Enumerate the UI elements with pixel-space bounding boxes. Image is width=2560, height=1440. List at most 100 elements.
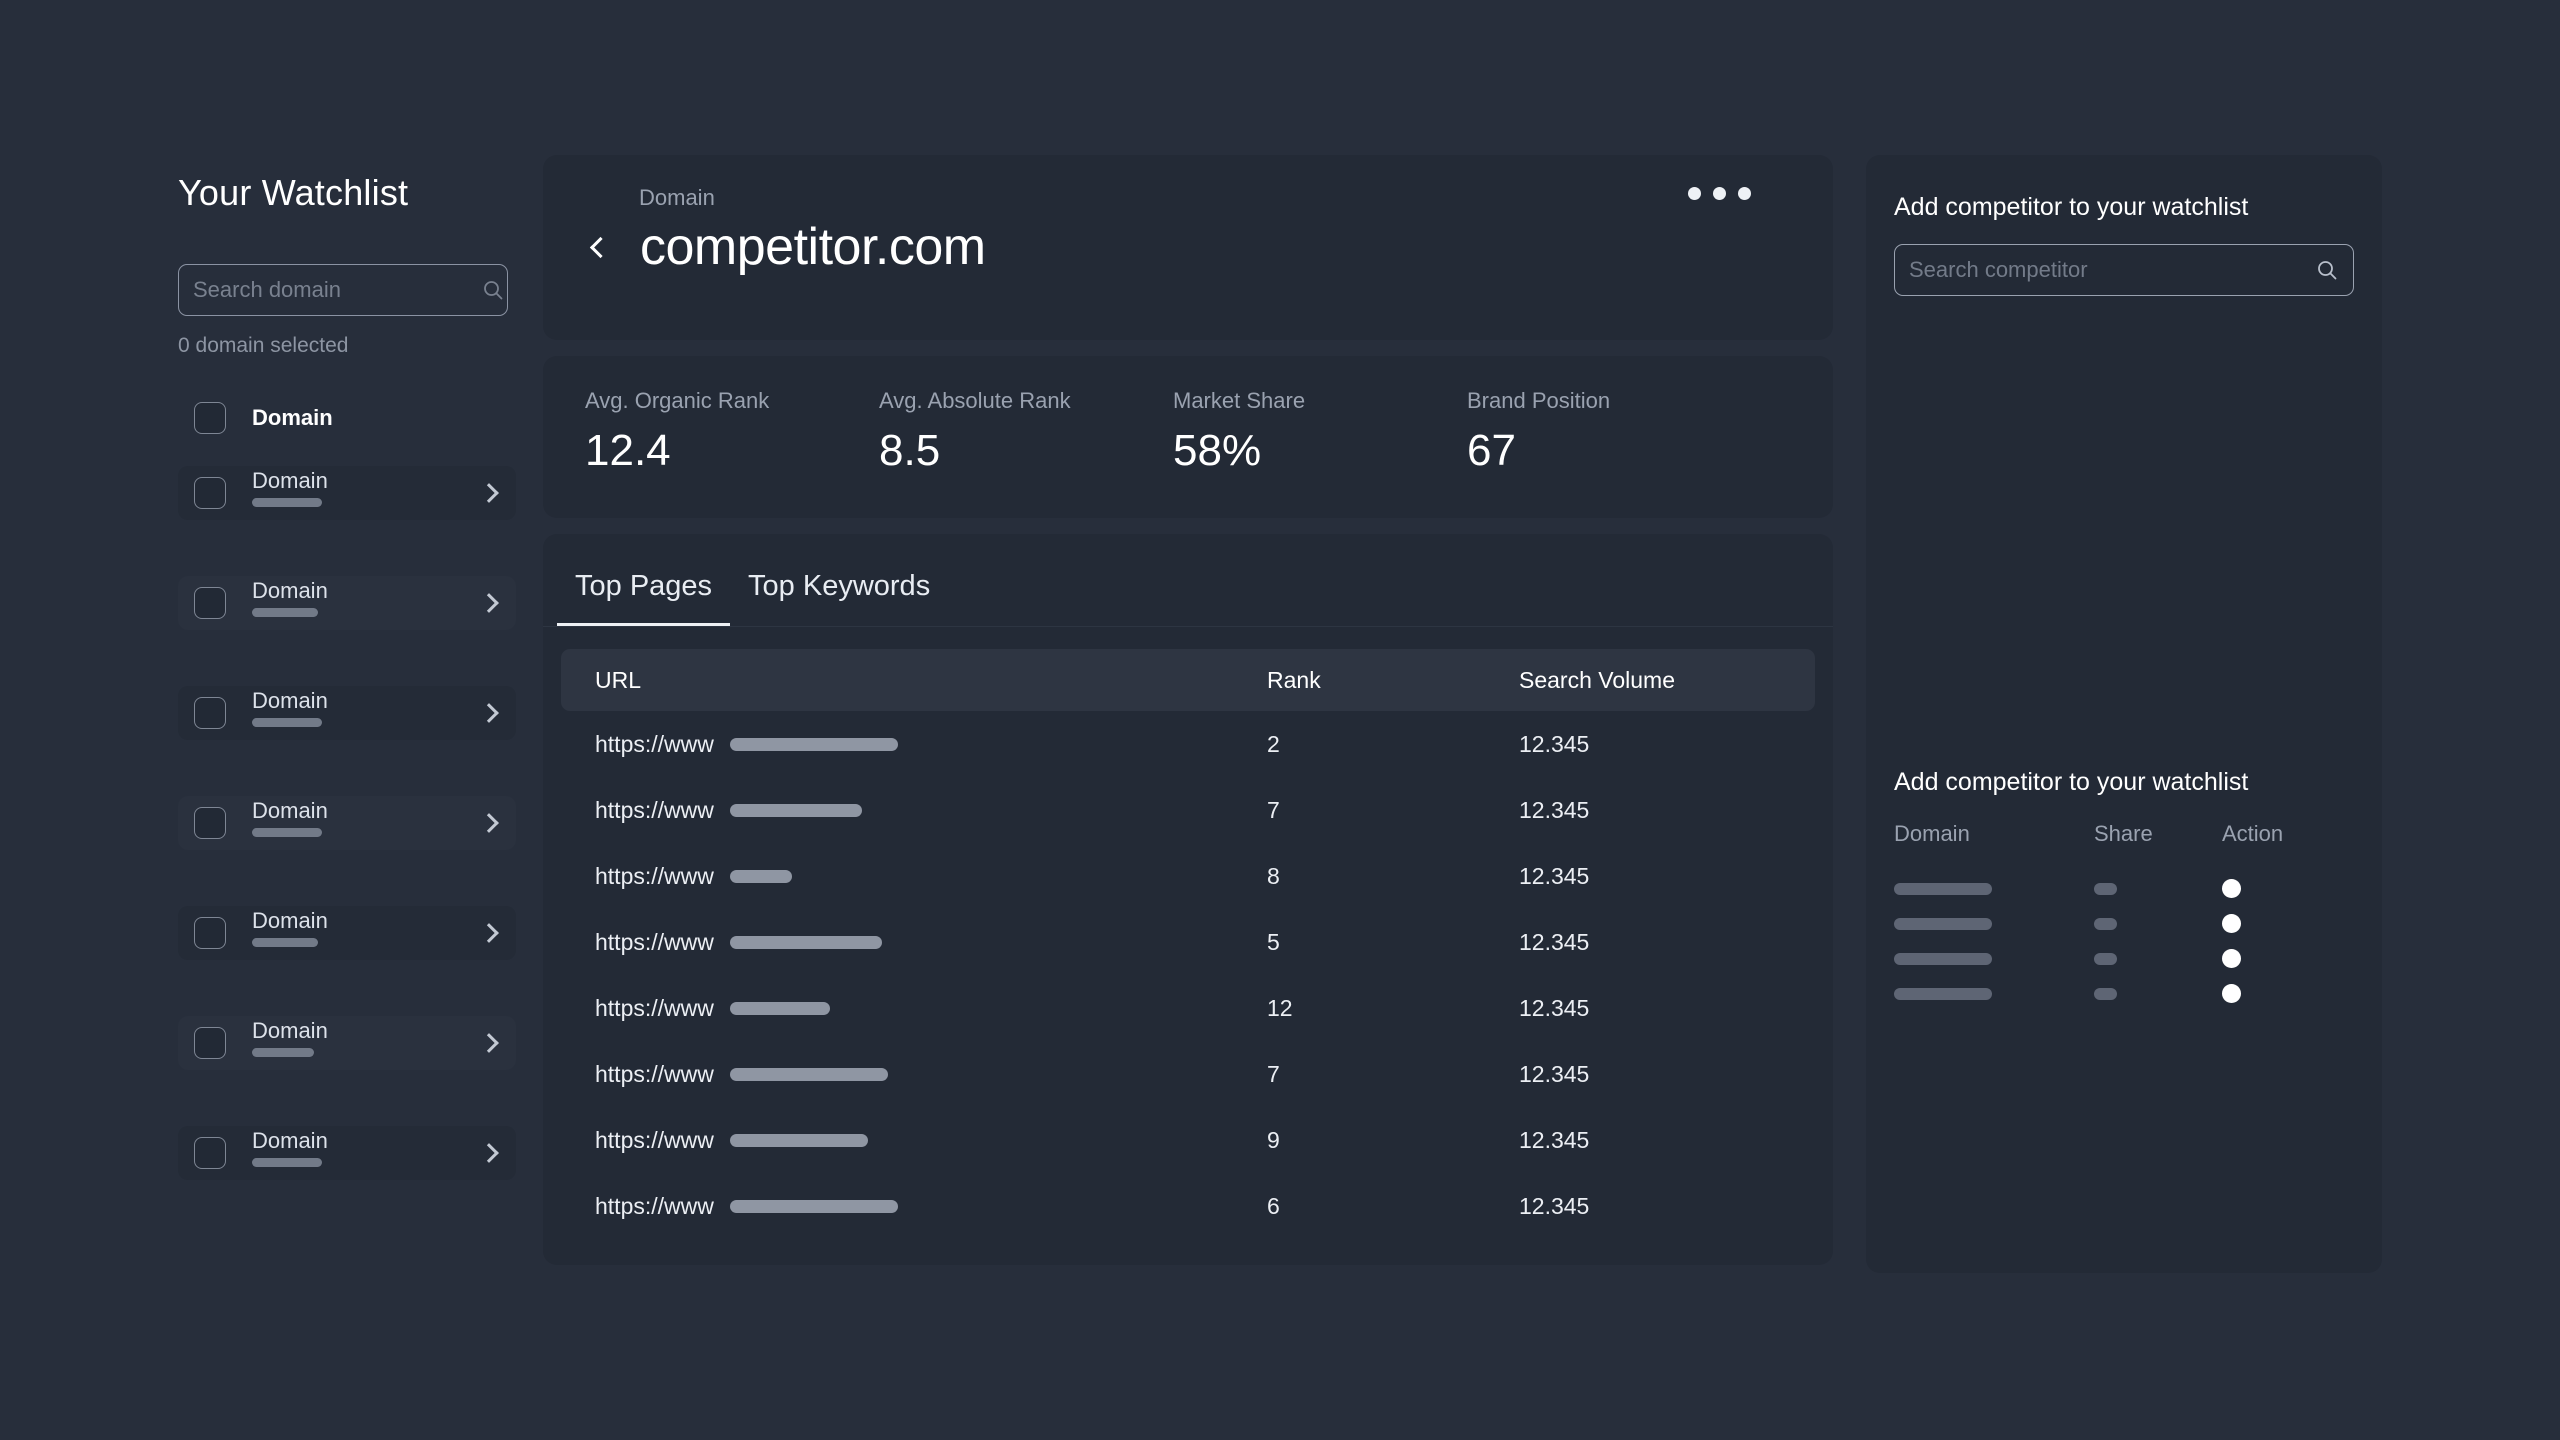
list-item-placeholder-bar <box>252 718 322 727</box>
search-domain-input[interactable] <box>193 277 481 303</box>
chevron-right-icon[interactable] <box>479 1143 499 1163</box>
table-body: https://www 2 12.345 https://www 7 12.345 http… <box>561 711 1815 1239</box>
stat-label: Market Share <box>1173 388 1306 413</box>
domain-checkbox[interactable] <box>194 807 226 839</box>
competitor-action-cell <box>2222 949 2354 968</box>
competitor-rows <box>1894 871 2354 1011</box>
action-dot-icon[interactable] <box>2222 914 2241 933</box>
list-item[interactable]: Domain <box>178 576 516 630</box>
tabs-card: Top Pages Top Keywords URL Rank Search Vo… <box>543 534 1833 1265</box>
column-header-search-volume: Search Volume <box>1519 666 1675 693</box>
url-prefix: https://www <box>595 862 714 889</box>
action-dot-icon[interactable] <box>2222 879 2241 898</box>
domain-placeholder-bar <box>1894 882 1992 895</box>
table-row[interactable]: https://www 6 12.345 <box>561 1173 1815 1239</box>
list-item[interactable]: Domain <box>178 906 516 960</box>
stat-card: Avg. Organic Rank 12.4 <box>585 388 879 518</box>
stat-value: 8.5 <box>879 426 941 475</box>
selected-count-label: 0 domain selected <box>178 334 349 357</box>
cell-search-volume: 12.345 <box>1519 730 1590 757</box>
stat-value: 12.4 <box>585 426 671 475</box>
cell-url: https://www <box>595 863 1267 890</box>
page-title: Your Watchlist <box>178 172 409 213</box>
select-all-checkbox[interactable] <box>194 402 226 434</box>
cell-search-volume: 12.345 <box>1519 1126 1590 1153</box>
action-dot-icon[interactable] <box>2222 984 2241 1003</box>
competitor-action-cell <box>2222 914 2354 933</box>
domain-checkbox[interactable] <box>194 477 226 509</box>
url-placeholder-bar <box>729 935 882 949</box>
list-item-meta: Domain <box>252 580 482 624</box>
url-placeholder-bar <box>729 869 792 883</box>
list-item-placeholder-bar <box>252 828 322 837</box>
list-item-meta: Domain <box>252 690 482 734</box>
watchlist-sidebar: Your Watchlist 0 domain selected Domain … <box>178 172 518 1236</box>
competitor-row[interactable] <box>1894 906 2354 941</box>
list-item[interactable]: Domain <box>178 1126 516 1180</box>
add-competitor-panel: Add competitor to your watchlist Add com… <box>1866 155 2382 1273</box>
list-item[interactable]: Domain <box>178 686 516 740</box>
list-item[interactable]: Domain <box>178 796 516 850</box>
domain-checkbox[interactable] <box>194 587 226 619</box>
chevron-right-icon[interactable] <box>479 483 499 503</box>
chevron-left-icon[interactable] <box>589 236 612 258</box>
column-header-share: Share <box>2094 821 2153 846</box>
list-item[interactable]: Domain <box>178 466 516 520</box>
table-row[interactable]: https://www 9 12.345 <box>561 1107 1815 1173</box>
stat-label: Avg. Absolute Rank <box>879 388 1071 413</box>
competitor-row[interactable] <box>1894 976 2354 1011</box>
cell-url: https://www <box>595 1193 1267 1220</box>
top-pages-table: URL Rank Search Volume https://www 2 12.34… <box>543 627 1833 1265</box>
url-placeholder-bar <box>729 803 862 817</box>
competitor-columns: Domain Share Action <box>1894 821 2354 847</box>
stat-label: Avg. Organic Rank <box>585 388 770 413</box>
domain-checkbox[interactable] <box>194 1027 226 1059</box>
url-placeholder-bar <box>729 1199 898 1213</box>
action-dot-icon[interactable] <box>2222 949 2241 968</box>
share-placeholder-bar <box>2094 917 2117 930</box>
url-prefix: https://www <box>595 1126 714 1153</box>
dot <box>1738 187 1751 200</box>
search-domain-box[interactable] <box>178 264 508 316</box>
table-row[interactable]: https://www 7 12.345 <box>561 777 1815 843</box>
competitor-row[interactable] <box>1894 871 2354 906</box>
table-row[interactable]: https://www 2 12.345 <box>561 711 1815 777</box>
app-root: Your Watchlist 0 domain selected Domain … <box>0 0 2560 1440</box>
table-row[interactable]: https://www 8 12.345 <box>561 843 1815 909</box>
chevron-right-icon[interactable] <box>479 593 499 613</box>
column-header-url: URL <box>595 666 642 693</box>
domain-checkbox[interactable] <box>194 917 226 949</box>
url-prefix: https://www <box>595 1192 714 1219</box>
list-item-meta: Domain <box>252 800 482 844</box>
search-competitor-box[interactable] <box>1894 244 2354 296</box>
list-item-placeholder-bar <box>252 498 322 507</box>
competitor-domain-cell <box>1894 882 2094 895</box>
chevron-right-icon[interactable] <box>479 1033 499 1053</box>
domain-list-header: Domain <box>194 398 518 438</box>
tab-bar: Top Pages Top Keywords <box>543 534 1833 627</box>
domain-placeholder-bar <box>1894 917 1992 930</box>
chevron-right-icon[interactable] <box>479 923 499 943</box>
tab-top-keywords[interactable]: Top Keywords <box>730 534 948 626</box>
more-horizontal-icon[interactable] <box>1688 187 1751 200</box>
domain-title: competitor.com <box>640 218 986 276</box>
list-item[interactable]: Domain <box>178 1016 516 1070</box>
cell-search-volume: 12.345 <box>1519 1060 1590 1087</box>
search-competitor-input[interactable] <box>1909 257 2315 283</box>
cell-search-volume: 12.345 <box>1519 862 1590 889</box>
cell-url: https://www <box>595 995 1267 1022</box>
domain-header-card: Domain competitor.com <box>543 155 1833 340</box>
domain-checkbox[interactable] <box>194 1137 226 1169</box>
chevron-right-icon[interactable] <box>479 703 499 723</box>
table-row[interactable]: https://www 7 12.345 <box>561 1041 1815 1107</box>
url-prefix: https://www <box>595 928 714 955</box>
chevron-right-icon[interactable] <box>479 813 499 833</box>
table-row[interactable]: https://www 5 12.345 <box>561 909 1815 975</box>
table-row[interactable]: https://www 12 12.345 <box>561 975 1815 1041</box>
list-item-meta: Domain <box>252 1130 482 1174</box>
competitor-row[interactable] <box>1894 941 2354 976</box>
main-column: Domain competitor.com Avg. Organic Rank 1… <box>543 155 1833 1265</box>
cell-url: https://www <box>595 731 1267 758</box>
tab-top-pages[interactable]: Top Pages <box>557 534 731 626</box>
domain-checkbox[interactable] <box>194 697 226 729</box>
